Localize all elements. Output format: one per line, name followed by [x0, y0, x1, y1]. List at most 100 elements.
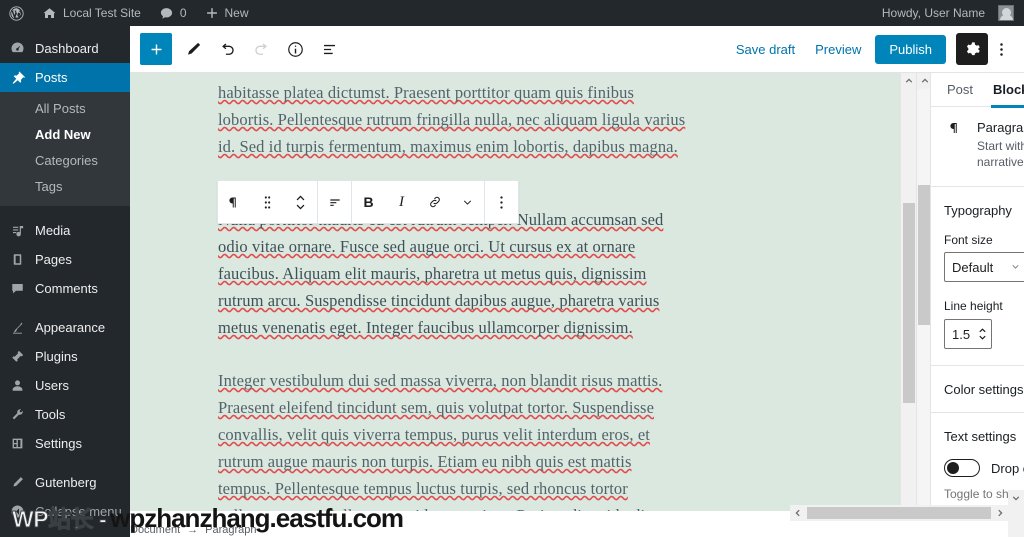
block-options-ellipsis-icon[interactable]: [485, 181, 518, 223]
block-card-description: Start with the building block of all nar…: [977, 139, 1024, 169]
new-label: New: [224, 6, 249, 20]
sidebar-item-label: Gutenberg: [35, 475, 97, 490]
site-name-label: Local Test Site: [63, 6, 141, 20]
wordpress-logo-menu[interactable]: [0, 0, 33, 26]
window-scroll-down-arrow[interactable]: [1008, 490, 1024, 506]
settings-gear-icon[interactable]: [956, 33, 988, 65]
submenu-item-all-posts[interactable]: All Posts: [0, 96, 130, 122]
more-options-ellipsis-icon[interactable]: [988, 33, 1014, 65]
block-card-title: Paragraph: [977, 120, 1024, 135]
block-toolbar: B I: [217, 180, 519, 224]
preview-button[interactable]: Preview: [805, 36, 871, 63]
howdy-label: Howdy, User Name: [881, 6, 985, 20]
comments-count: 0: [179, 6, 187, 20]
sidebar-item-posts[interactable]: Posts: [0, 63, 130, 92]
block-card-text: Paragraph Start with the building block …: [977, 120, 1024, 170]
line-height-field: Line height 1.5: [944, 299, 1024, 349]
font-size-row: Font size Default Custom: [944, 233, 1024, 282]
color-settings-section: Color settings: [931, 366, 1024, 413]
menu-separator-3: [0, 458, 130, 468]
paragraph-block-selected[interactable]: Nulla porttitor mauris eu est rutrum sem…: [218, 206, 688, 341]
add-block-icon[interactable]: [140, 33, 172, 65]
chevron-down-icon[interactable]: [451, 181, 484, 223]
sidebar-item-label: Comments: [35, 281, 98, 296]
scroll-up-arrow[interactable]: [901, 73, 917, 89]
media-icon: [9, 223, 26, 238]
sidebar-item-media[interactable]: Media: [0, 216, 130, 245]
sidebar-item-label: Media: [35, 223, 71, 238]
sidebar-item-dashboard[interactable]: Dashboard: [0, 34, 130, 63]
undo-icon[interactable]: [210, 32, 244, 66]
text-settings-header[interactable]: Text settings: [931, 413, 1024, 459]
sidebar-tabs: Post Block: [931, 73, 1024, 108]
editor-canvas[interactable]: habitasse platea dictumst. Praesent port…: [130, 73, 916, 537]
tab-post[interactable]: Post: [937, 73, 983, 107]
watermark-prefix: WP站长 -: [11, 506, 107, 533]
scroll-left-arrow[interactable]: [790, 505, 806, 521]
submenu-item-categories[interactable]: Categories: [0, 148, 130, 174]
submenu-item-add-new[interactable]: Add New: [0, 122, 130, 148]
comments-bubble[interactable]: 0: [150, 0, 196, 26]
move-up-down-icon[interactable]: [284, 181, 317, 223]
scrollbar-thumb[interactable]: [903, 203, 915, 403]
sidebar-item-comments[interactable]: Comments: [0, 274, 130, 303]
new-content-menu[interactable]: New: [196, 0, 258, 26]
watermark: WP站长 - wpzhanzhang.eastfu.com: [11, 500, 404, 534]
site-name-menu[interactable]: Local Test Site: [33, 0, 150, 26]
submenu-item-tags[interactable]: Tags: [0, 174, 130, 200]
horizontal-scrollbar[interactable]: [790, 505, 1008, 521]
link-icon[interactable]: [418, 181, 451, 223]
sidebar-item-pages[interactable]: Pages: [0, 245, 130, 274]
block-editor: Save draft Preview Publish habitasse pla…: [130, 26, 1024, 537]
posts-submenu: All Posts Add New Categories Tags: [0, 92, 130, 206]
sidebar-item-label: Pages: [35, 252, 72, 267]
drop-cap-toggle[interactable]: [944, 459, 980, 477]
admin-menu: Dashboard Posts All Posts Add New Catego…: [0, 26, 130, 537]
settings-panel-content: Post Block Paragraph Start with the buil…: [931, 73, 1024, 519]
drag-handle-icon[interactable]: [251, 181, 284, 223]
font-size-select[interactable]: Default: [944, 252, 1024, 282]
paragraph-icon[interactable]: [218, 181, 251, 223]
line-height-input[interactable]: 1.5: [944, 319, 992, 349]
drop-cap-row: Drop cap: [944, 459, 1024, 477]
line-height-spinner-icon[interactable]: [978, 327, 987, 341]
bold-button[interactable]: B: [352, 181, 385, 223]
sidebar-item-plugins[interactable]: Plugins: [0, 342, 130, 371]
pin-icon: [9, 70, 26, 85]
appearance-icon: [9, 320, 26, 335]
italic-button[interactable]: I: [385, 181, 418, 223]
sidebar-item-settings[interactable]: Settings: [0, 429, 130, 458]
edit-mode-pencil-icon[interactable]: [176, 32, 210, 66]
pencil-icon: [9, 475, 26, 490]
plus-icon: [205, 6, 219, 20]
plugins-icon: [9, 349, 26, 364]
horizontal-scrollbar-thumb[interactable]: [807, 507, 991, 519]
sidebar-scrollbar[interactable]: [916, 73, 933, 537]
align-icon[interactable]: [318, 181, 351, 223]
window-scrollbar[interactable]: [1008, 490, 1024, 537]
settings-icon: [9, 436, 26, 451]
canvas-scrollbar[interactable]: [900, 73, 917, 537]
paragraph-block[interactable]: habitasse platea dictumst. Praesent port…: [218, 79, 688, 160]
sidebar-item-users[interactable]: Users: [0, 371, 130, 400]
sidebar-item-tools[interactable]: Tools: [0, 400, 130, 429]
sidebar-scrollbar-thumb[interactable]: [918, 185, 930, 325]
typography-title: Typography: [944, 202, 1012, 218]
tab-block[interactable]: Block: [983, 73, 1024, 108]
info-icon[interactable]: [278, 32, 312, 66]
my-account-menu[interactable]: Howdy, User Name: [873, 0, 1024, 26]
color-settings-header[interactable]: Color settings: [931, 366, 1024, 412]
tools-icon: [9, 407, 26, 422]
list-view-icon[interactable]: [312, 32, 346, 66]
sidebar-item-gutenberg[interactable]: Gutenberg: [0, 468, 130, 497]
comment-icon: [159, 6, 174, 20]
editor-header: Save draft Preview Publish: [130, 26, 1024, 73]
dashboard-icon: [9, 41, 26, 56]
publish-button[interactable]: Publish: [875, 34, 946, 64]
typography-section-header[interactable]: Typography: [931, 187, 1024, 233]
sidebar-item-label: Dashboard: [35, 41, 99, 56]
scroll-right-arrow[interactable]: [992, 505, 1008, 521]
save-draft-button[interactable]: Save draft: [726, 36, 805, 63]
menu-separator: [0, 206, 130, 216]
sidebar-item-appearance[interactable]: Appearance: [0, 313, 130, 342]
